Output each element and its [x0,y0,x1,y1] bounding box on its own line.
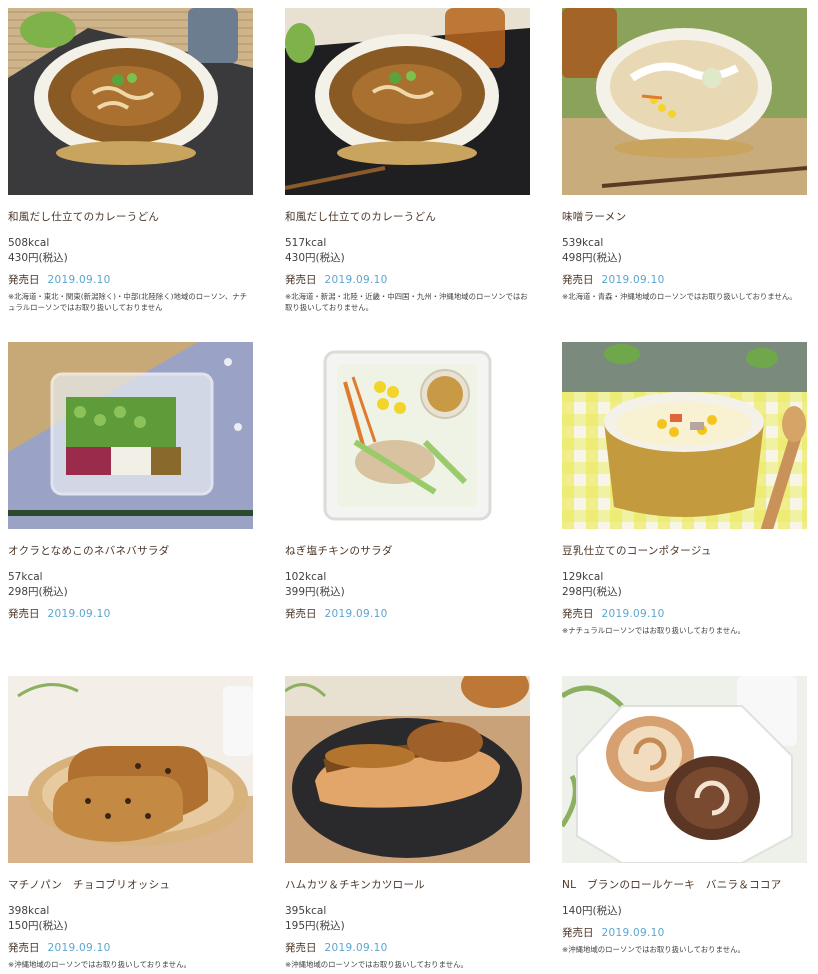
product-name[interactable]: 味噌ラーメン [562,209,807,224]
product-name[interactable]: マチノパン チョコブリオッシュ [8,877,253,892]
product-name[interactable]: 豆乳仕立てのコーンポタージュ [562,543,807,558]
release-date: 2019.09.10 [601,608,665,620]
release-date: 2019.09.10 [601,274,665,286]
availability-note: ※北海道・東北・関東(新潟除く)・中部(北陸除く)地域のローソン、ナチュラルロー… [8,292,248,312]
product-price: 140円(税込) [562,905,622,917]
availability-note: ※北海道・青森・沖縄地域のローソンではお取り扱いしておりません。 [562,292,797,301]
product-card[interactable]: マチノパン チョコブリオッシュ 398kcal 150円(税込) 発売日 2019… [8,676,253,970]
product-name[interactable]: 和風だし仕立てのカレーうどん [285,209,530,224]
product-card[interactable]: ねぎ塩チキンのサラダ 102kcal 399円(税込) 発売日 2019.09.1… [285,342,530,625]
release-date-label: 発売日 [285,942,317,954]
product-image-chicken-salad[interactable] [285,342,530,529]
product-grid: 和風だし仕立てのカレーうどん 508kcal 430円(税込) 発売日 2019.… [0,0,818,974]
product-card[interactable]: 和風だし仕立てのカレーうどん 508kcal 430円(税込) 発売日 2019.… [8,8,253,313]
product-price: 298円(税込) [562,586,622,598]
product-name[interactable]: オクラとなめこのネバネバサラダ [8,543,253,558]
release-date-label: 発売日 [8,608,40,620]
product-image-choco-brioche[interactable] [8,676,253,863]
release-date: 2019.09.10 [601,927,665,939]
product-image-katsu-roll[interactable] [285,676,530,863]
release-date-label: 発売日 [8,942,40,954]
release-date-label: 発売日 [8,274,40,286]
availability-note: ※沖縄地域のローソンではお取り扱いしておりません。 [285,960,468,969]
product-kcal: 517kcal [285,237,327,249]
product-image-curry-udon[interactable] [285,8,530,195]
product-name[interactable]: ハムカツ＆チキンカツロール [285,877,530,892]
product-price: 430円(税込) [285,252,345,264]
release-date-label: 発売日 [562,274,594,286]
product-image-okra-salad[interactable] [8,342,253,529]
product-price: 498円(税込) [562,252,622,264]
release-date: 2019.09.10 [47,274,111,286]
product-name[interactable]: NL ブランのロールケーキ バニラ＆ココア [562,877,807,892]
release-date: 2019.09.10 [324,274,388,286]
product-card[interactable]: 豆乳仕立てのコーンポタージュ 129kcal 298円(税込) 発売日 2019.… [562,342,807,636]
product-kcal: 508kcal [8,237,50,249]
release-date-label: 発売日 [285,274,317,286]
product-card[interactable]: オクラとなめこのネバネバサラダ 57kcal 298円(税込) 発売日 2019.… [8,342,253,625]
product-card[interactable]: ハムカツ＆チキンカツロール 395kcal 195円(税込) 発売日 2019.0… [285,676,530,970]
product-card[interactable]: NL ブランのロールケーキ バニラ＆ココア 140円(税込) 発売日 2019.0… [562,676,807,955]
release-date: 2019.09.10 [47,942,111,954]
release-date-label: 発売日 [562,927,594,939]
product-image-curry-udon[interactable] [8,8,253,195]
product-kcal: 395kcal [285,905,327,917]
product-card[interactable]: 味噌ラーメン 539kcal 498円(税込) 発売日 2019.09.10 ※北… [562,8,807,302]
availability-note: ※沖縄地域のローソンではお取り扱いしておりません。 [8,960,191,969]
product-image-roll-cake[interactable] [562,676,807,863]
product-price: 150円(税込) [8,920,68,932]
release-date-label: 発売日 [562,608,594,620]
product-price: 399円(税込) [285,586,345,598]
product-image-miso-ramen[interactable] [562,8,807,195]
product-kcal: 398kcal [8,905,50,917]
product-price: 298円(税込) [8,586,68,598]
product-kcal: 102kcal [285,571,327,583]
release-date: 2019.09.10 [47,608,111,620]
product-price: 430円(税込) [8,252,68,264]
product-kcal: 57kcal [8,571,43,583]
availability-note: ※ナチュラルローソンではお取り扱いしておりません。 [562,626,745,635]
product-price: 195円(税込) [285,920,345,932]
availability-note: ※北海道・新潟・北陸・近畿・中四国・九州・沖縄地域のローソンではお取り扱いしてお… [285,292,528,312]
release-date: 2019.09.10 [324,942,388,954]
product-card[interactable]: 和風だし仕立てのカレーうどん 517kcal 430円(税込) 発売日 2019.… [285,8,530,313]
product-name[interactable]: 和風だし仕立てのカレーうどん [8,209,253,224]
product-image-corn-soup[interactable] [562,342,807,529]
release-date-label: 発売日 [285,608,317,620]
release-date: 2019.09.10 [324,608,388,620]
availability-note: ※沖縄地域のローソンではお取り扱いしておりません。 [562,945,745,954]
product-kcal: 539kcal [562,237,604,249]
product-kcal: 129kcal [562,571,604,583]
product-name[interactable]: ねぎ塩チキンのサラダ [285,543,530,558]
